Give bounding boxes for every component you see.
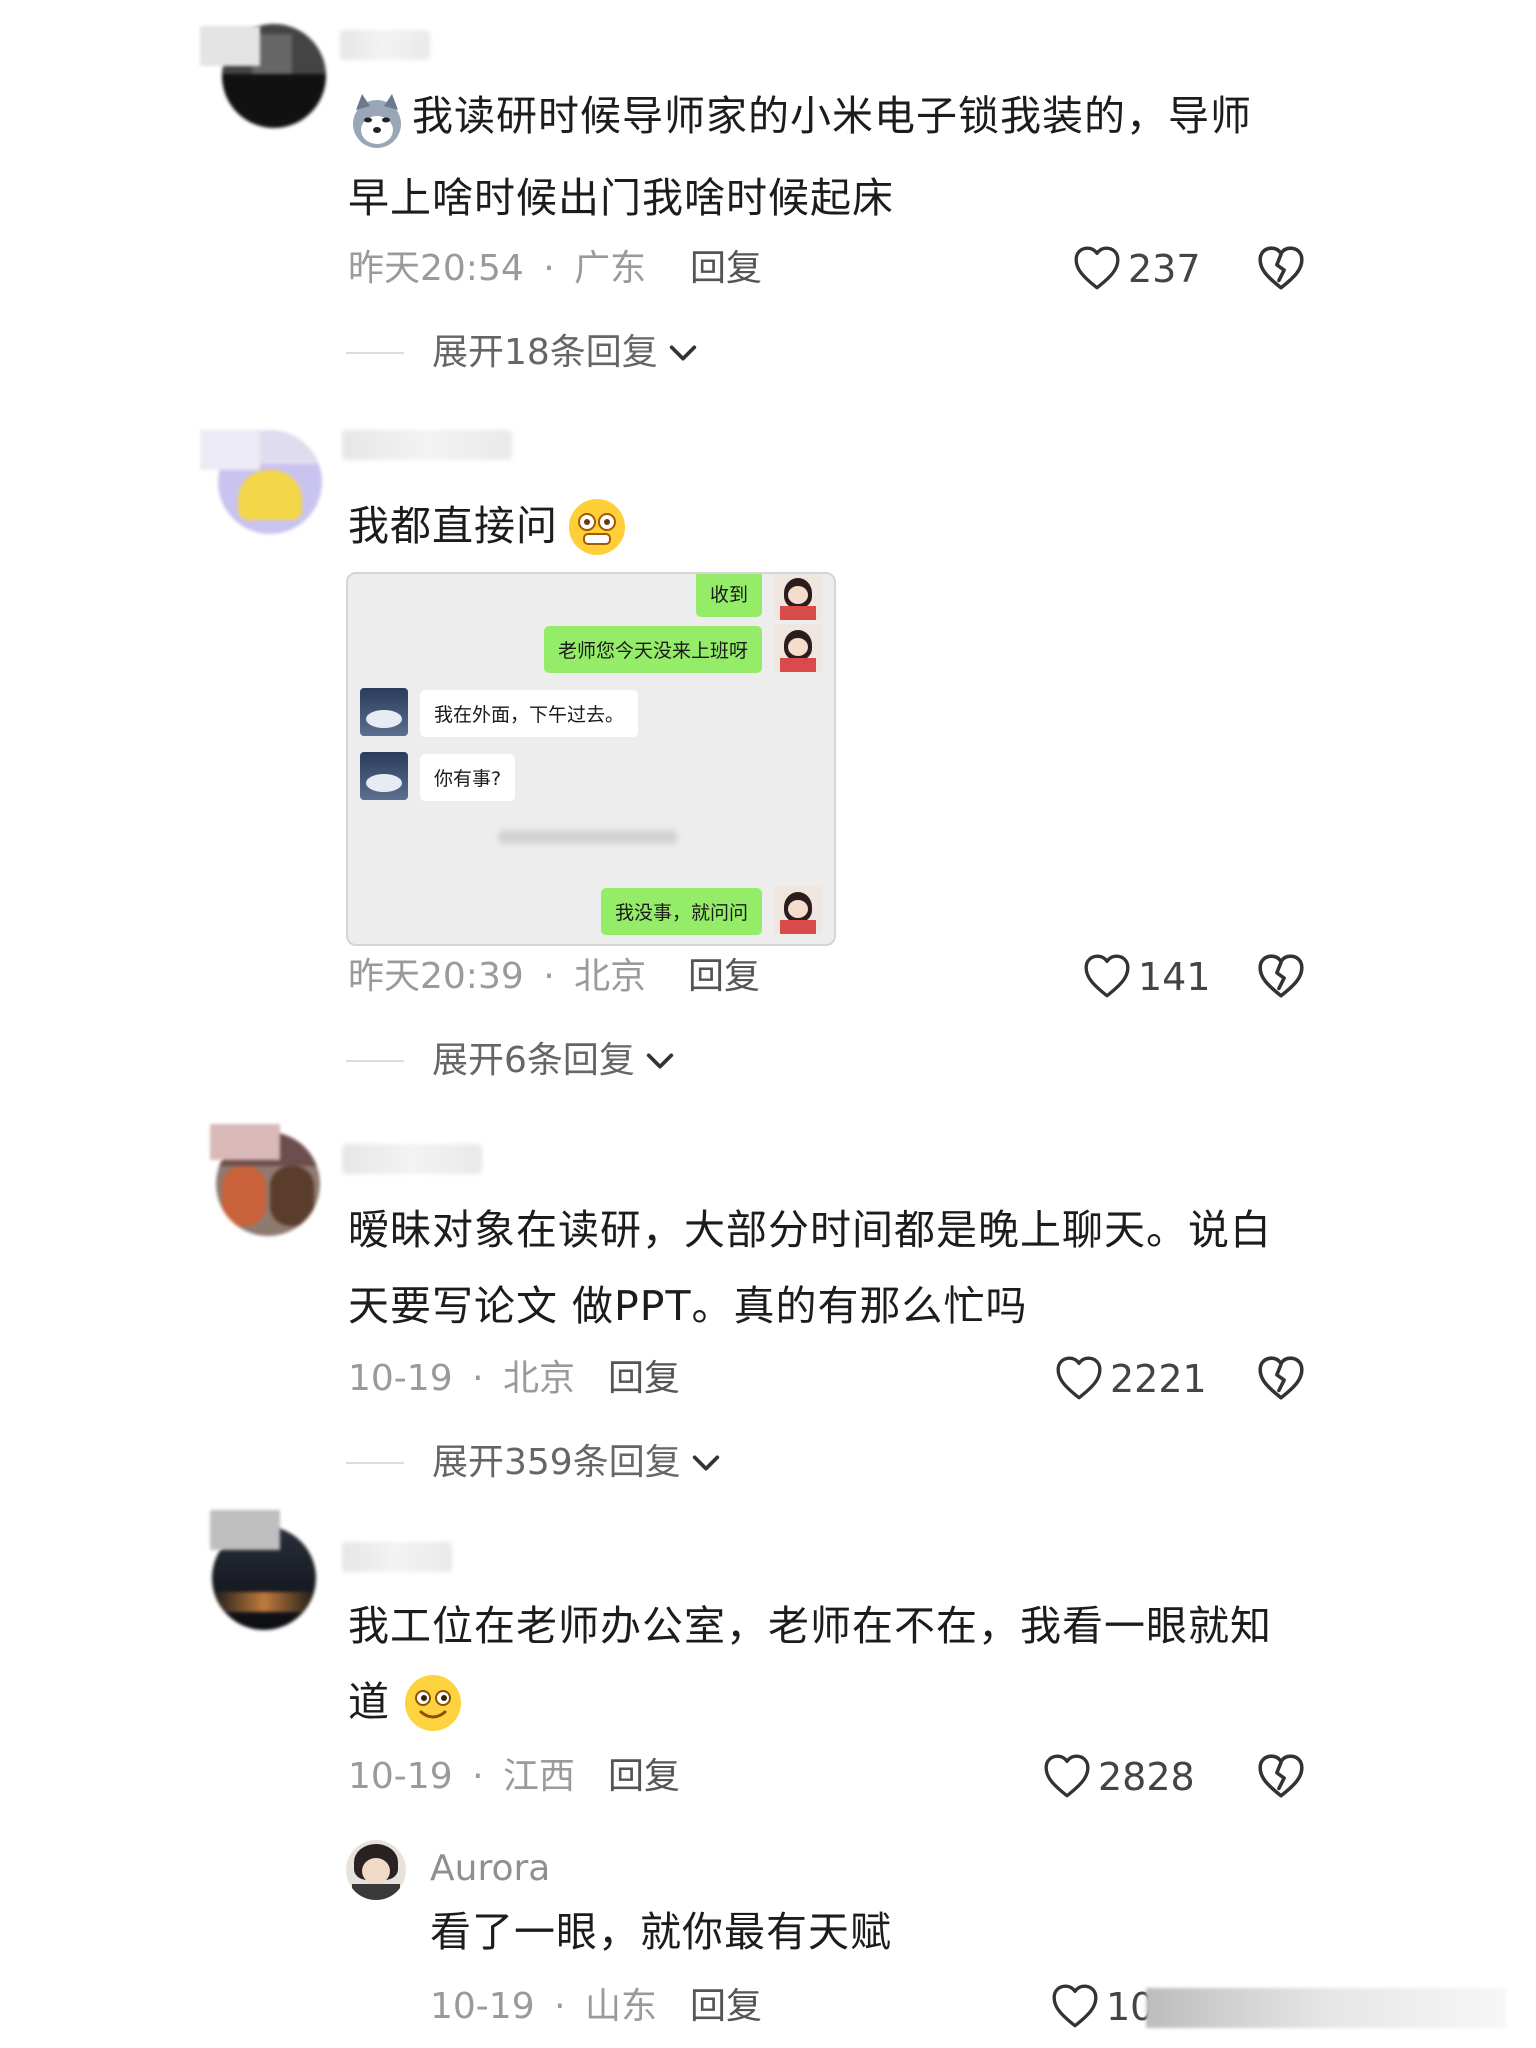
username-blurred[interactable]: [342, 430, 512, 460]
grinning-emoji-icon: [566, 496, 628, 558]
expand-replies[interactable]: 展开18条回复: [346, 328, 700, 378]
divider: [346, 352, 404, 354]
chat-avatar-teacher: [360, 752, 408, 800]
dog-sticker-icon: [348, 92, 406, 150]
comment-text-line2: 天要写论文 做PPT。真的有那么忙吗: [348, 1282, 1028, 1330]
timestamp: 10-19: [348, 1358, 453, 1399]
chat-avatar-self: [774, 624, 822, 672]
expand-replies[interactable]: 展开6条回复: [346, 1036, 677, 1086]
reply-button[interactable]: 回复: [688, 952, 760, 1002]
chat-avatar-self: [774, 574, 822, 620]
comment-1: 我读研时候导师家的小米电子锁我装的，导师 早上啥时候出门我啥时候起床 昨天20:…: [0, 0, 1536, 380]
chat-message-sent: 我没事，就问问: [600, 888, 762, 935]
like-button[interactable]: 10: [1050, 1982, 1154, 2032]
dislike-heart-icon: [1256, 1354, 1306, 1404]
sub-reply: Aurora 看了一眼，就你最有天赋 10-19 · 山东 回复 10: [0, 1830, 1536, 2048]
dislike-button[interactable]: [1256, 1752, 1306, 1806]
comment-meta: 10-19 · 山东: [430, 1986, 657, 2027]
watermark-blur: [1146, 1988, 1506, 2028]
location: 江西: [502, 1756, 575, 1797]
reply-button[interactable]: 回复: [608, 1752, 680, 1802]
sub-reply-text: 看了一眼，就你最有天赋: [430, 1908, 892, 1956]
comment-meta: 昨天20:39 · 北京: [348, 956, 647, 997]
chevron-down-icon: [689, 1446, 723, 1480]
heart-icon: [1054, 1354, 1104, 1404]
like-count: 2828: [1098, 1755, 1195, 1799]
dislike-button[interactable]: [1256, 244, 1306, 298]
dislike-heart-icon: [1256, 244, 1306, 294]
comment-meta: 昨天20:54 · 广东: [348, 248, 647, 289]
chat-avatar-self: [774, 886, 822, 934]
dislike-button[interactable]: [1256, 1354, 1306, 1408]
divider: [346, 1462, 404, 1464]
expand-replies-label: 展开6条回复: [432, 1040, 635, 1081]
sub-reply-username[interactable]: Aurora: [430, 1844, 550, 1894]
heart-icon: [1042, 1752, 1092, 1802]
like-button[interactable]: 2221: [1054, 1354, 1207, 1404]
heart-icon: [1050, 1982, 1100, 2032]
heart-icon: [1072, 244, 1122, 294]
like-button[interactable]: 237: [1072, 244, 1201, 294]
username-blurred[interactable]: [342, 1144, 482, 1174]
dislike-heart-icon: [1256, 1752, 1306, 1802]
location: 北京: [574, 956, 647, 997]
expand-replies[interactable]: 展开359条回复: [346, 1438, 723, 1488]
like-count: 237: [1128, 247, 1201, 291]
comment-meta: 10-19 · 北京: [348, 1358, 575, 1399]
timestamp: 10-19: [430, 1986, 535, 2027]
like-count: 141: [1138, 955, 1211, 999]
chat-avatar-teacher: [360, 688, 408, 736]
expand-replies-label: 展开359条回复: [432, 1442, 681, 1483]
location: 北京: [502, 1358, 575, 1399]
comment-4: 我工位在老师办公室，老师在不在，我看一眼就知 道 10-19 · 江西 回复 2…: [0, 1500, 1536, 1820]
chevron-down-icon: [643, 1044, 677, 1078]
timestamp: 昨天20:54: [348, 248, 524, 289]
comment-3: 暧昧对象在读研，大部分时间都是晚上聊天。说白 天要写论文 做PPT。真的有那么忙…: [0, 1110, 1536, 1510]
chat-blurred-timestamp: [498, 830, 678, 844]
username-blurred[interactable]: [342, 1542, 452, 1572]
comment-text-line1: 暧昧对象在读研，大部分时间都是晚上聊天。说白: [348, 1206, 1272, 1254]
username-blurred[interactable]: [340, 30, 430, 60]
comment-text-line1: 我都直接问: [348, 502, 558, 550]
dislike-heart-icon: [1256, 952, 1306, 1002]
comment-2: 我都直接问 收到 老师您今天没来上班呀 我在外面，下午过去。 你有事? 我没事，…: [0, 400, 1536, 1100]
expand-replies-label: 展开18条回复: [432, 332, 658, 373]
chat-message-received: 你有事?: [420, 754, 516, 801]
chat-message-sent: 老师您今天没来上班呀: [543, 626, 762, 673]
reply-button[interactable]: 回复: [690, 244, 762, 294]
chat-message-received: 我在外面，下午过去。: [420, 690, 639, 737]
chevron-down-icon: [666, 336, 700, 370]
location: 广东: [574, 248, 647, 289]
smiling-emoji-icon: [402, 1672, 464, 1734]
like-button[interactable]: 2828: [1042, 1752, 1195, 1802]
comment-text-line2: 早上啥时候出门我啥时候起床: [348, 174, 894, 222]
comment-text-line1: 我工位在老师办公室，老师在不在，我看一眼就知: [348, 1602, 1272, 1650]
comment-meta: 10-19 · 江西: [348, 1756, 575, 1797]
avatar[interactable]: [346, 1840, 406, 1900]
reply-button[interactable]: 回复: [690, 1982, 762, 2032]
divider: [346, 1060, 404, 1062]
timestamp: 昨天20:39: [348, 956, 524, 997]
dislike-button[interactable]: [1256, 952, 1306, 1006]
location: 山东: [584, 1986, 657, 2027]
chat-screenshot[interactable]: 收到 老师您今天没来上班呀 我在外面，下午过去。 你有事? 我没事，就问问: [346, 572, 836, 946]
like-button[interactable]: 141: [1082, 952, 1211, 1002]
timestamp: 10-19: [348, 1756, 453, 1797]
like-count: 2221: [1110, 1357, 1207, 1401]
heart-icon: [1082, 952, 1132, 1002]
chat-message-sent: 收到: [695, 574, 762, 617]
comment-text-line2: 道: [348, 1678, 390, 1726]
reply-button[interactable]: 回复: [608, 1354, 680, 1404]
comment-text-line1: 我读研时候导师家的小米电子锁我装的，导师: [412, 92, 1252, 140]
